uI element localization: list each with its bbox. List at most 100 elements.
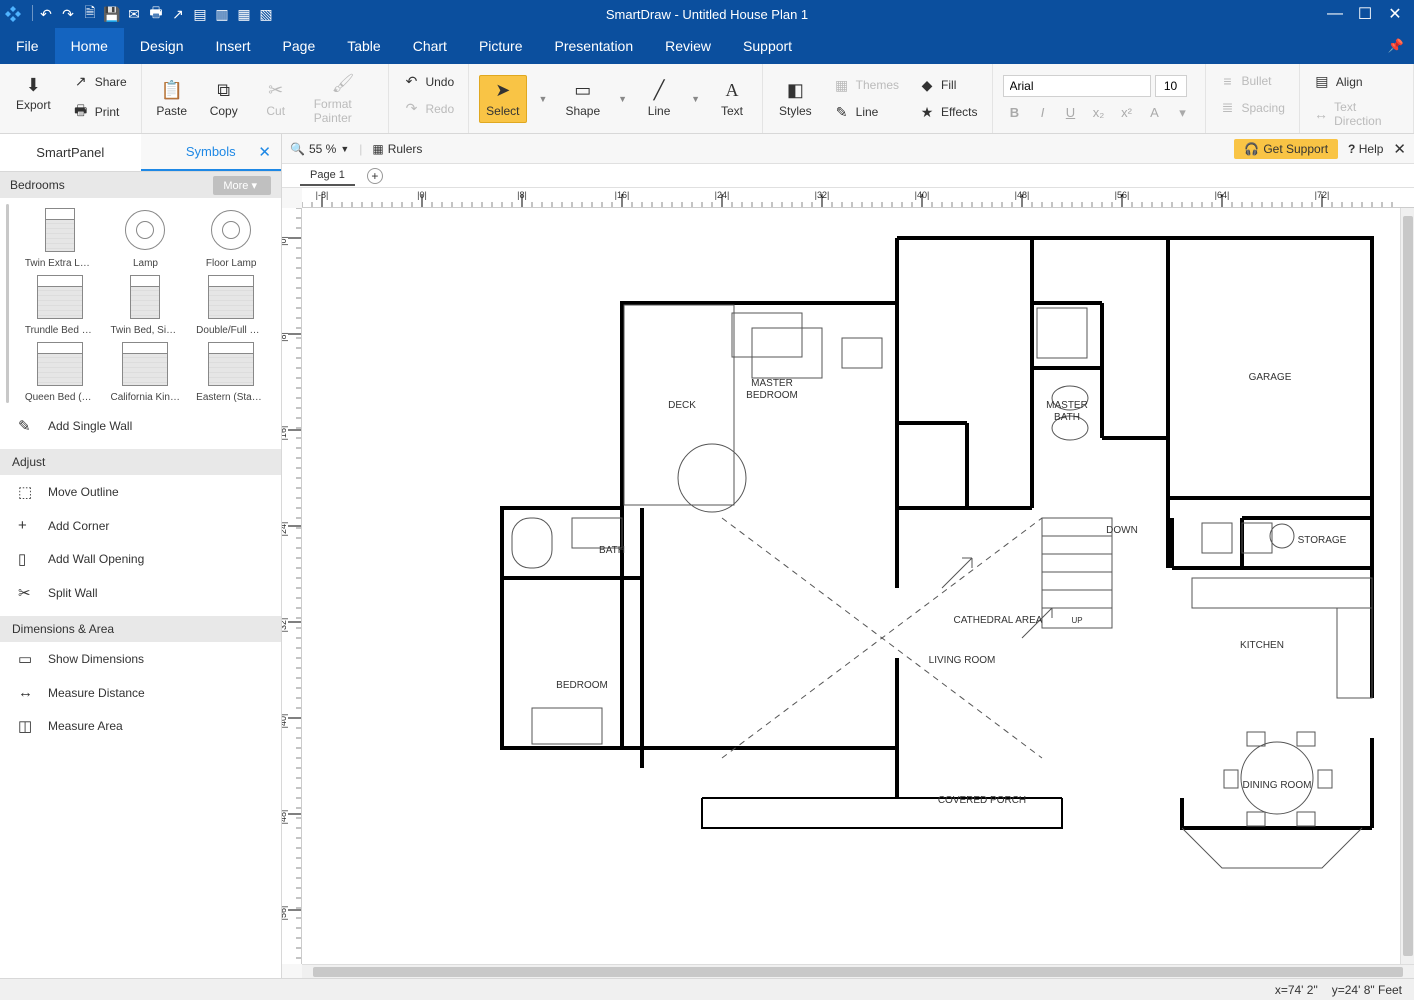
italic-button[interactable]: I bbox=[1031, 103, 1055, 123]
horizontal-ruler: |-8||0||8||16||24||32||40||48||56||64||7… bbox=[302, 188, 1414, 208]
dimensions-item[interactable]: ▭Show Dimensions bbox=[0, 642, 281, 676]
shape-dropdown[interactable]: ▼ bbox=[618, 94, 627, 104]
adjust-item[interactable]: ▯Add Wall Opening bbox=[0, 542, 281, 576]
tab-smartpanel[interactable]: SmartPanel bbox=[0, 134, 141, 171]
label-porch: COVERED PORCH bbox=[938, 795, 1026, 806]
add-single-wall-button[interactable]: ✎ Add Single Wall bbox=[0, 409, 281, 443]
menu-page[interactable]: Page bbox=[267, 28, 332, 64]
close-canvas-icon[interactable]: ✕ bbox=[1393, 140, 1406, 158]
symbol-item[interactable]: California King... bbox=[104, 338, 188, 403]
select-tool-button[interactable]: ➤Select bbox=[479, 75, 526, 123]
menu-file[interactable]: File bbox=[0, 28, 55, 64]
adjust-item[interactable]: ⬚Move Outline bbox=[0, 475, 281, 509]
get-support-button[interactable]: 🎧 Get Support bbox=[1234, 139, 1338, 159]
menu-design[interactable]: Design bbox=[124, 28, 200, 64]
maximize-button[interactable]: ☐ bbox=[1354, 4, 1376, 24]
tab-symbols[interactable]: Symbols ✕ bbox=[141, 134, 282, 171]
menu-support[interactable]: Support bbox=[727, 28, 808, 64]
mail-icon[interactable]: ✉ bbox=[125, 5, 143, 23]
svg-text:|64|: |64| bbox=[1215, 190, 1230, 200]
shape-tool-button[interactable]: ▭Shape bbox=[559, 76, 606, 122]
underline-button[interactable]: U bbox=[1059, 103, 1083, 123]
adjust-item[interactable]: ✂Split Wall bbox=[0, 576, 281, 610]
menu-picture[interactable]: Picture bbox=[463, 28, 539, 64]
page-icon[interactable]: ▤ bbox=[191, 5, 209, 23]
align-icon: ▤ bbox=[1314, 73, 1330, 90]
effects-button[interactable]: ★Effects bbox=[915, 101, 981, 124]
pin-ribbon-icon[interactable]: 📌 bbox=[1388, 28, 1404, 64]
svg-text:|8|: |8| bbox=[282, 332, 288, 342]
symbol-item[interactable]: Lamp bbox=[104, 204, 188, 269]
horizontal-scrollbar[interactable] bbox=[302, 964, 1414, 978]
star-icon: ★ bbox=[919, 104, 935, 121]
font-size-input[interactable] bbox=[1155, 75, 1187, 97]
styles-button[interactable]: ◧Styles bbox=[773, 76, 818, 122]
status-y: y=24' 8" Feet bbox=[1332, 983, 1402, 997]
font-color-button[interactable]: A bbox=[1143, 103, 1167, 123]
symbol-item[interactable]: Twin Bed, Singl... bbox=[104, 271, 188, 336]
menu-insert[interactable]: Insert bbox=[200, 28, 267, 64]
redo-button[interactable]: ↷Redo bbox=[399, 97, 458, 120]
undo-icon[interactable]: ↶ bbox=[37, 5, 55, 23]
page-tab-1[interactable]: Page 1 bbox=[300, 166, 355, 186]
rulers-toggle[interactable]: ▦ Rulers bbox=[372, 142, 422, 156]
bold-button[interactable]: B bbox=[1003, 103, 1027, 123]
add-page-button[interactable]: + bbox=[367, 168, 383, 184]
line-style-button[interactable]: ✎Line bbox=[830, 101, 903, 124]
close-panel-icon[interactable]: ✕ bbox=[258, 143, 271, 161]
menu-review[interactable]: Review bbox=[649, 28, 727, 64]
menu-home[interactable]: Home bbox=[55, 28, 124, 64]
bullet-button[interactable]: ≡Bullet bbox=[1216, 70, 1289, 92]
paste-button[interactable]: 📋Paste bbox=[152, 76, 192, 122]
dimensions-item[interactable]: ↔Measure Distance bbox=[0, 676, 281, 709]
vertical-scrollbar[interactable] bbox=[1400, 208, 1414, 964]
line-dropdown[interactable]: ▼ bbox=[691, 94, 700, 104]
symbol-item[interactable]: Eastern (Stand... bbox=[189, 338, 273, 403]
superscript-button[interactable]: x² bbox=[1115, 103, 1139, 123]
export-button[interactable]: ⬇ Export bbox=[10, 70, 57, 127]
cut-button[interactable]: ✂Cut bbox=[256, 76, 296, 122]
save-icon[interactable]: 💾 bbox=[103, 5, 121, 23]
print-icon[interactable]: 🖶 bbox=[147, 5, 165, 23]
format-painter-button[interactable]: 🖌Format Painter bbox=[308, 69, 379, 129]
menu-table[interactable]: Table bbox=[331, 28, 396, 64]
text-tool-button[interactable]: AText bbox=[712, 76, 752, 122]
help-button[interactable]: ? Help bbox=[1348, 142, 1383, 156]
menu-presentation[interactable]: Presentation bbox=[539, 28, 650, 64]
text-direction-button[interactable]: ↔Text Direction bbox=[1310, 97, 1403, 131]
status-x: x=74' 2" bbox=[1275, 983, 1318, 997]
themes-button[interactable]: ▦Themes bbox=[830, 74, 903, 97]
copy-button[interactable]: ⧉Copy bbox=[204, 76, 244, 122]
export-icon[interactable]: ↗ bbox=[169, 5, 187, 23]
redo-icon[interactable]: ↷ bbox=[59, 5, 77, 23]
subscript-button[interactable]: x₂ bbox=[1087, 103, 1111, 123]
more-button[interactable]: More ▾ bbox=[213, 176, 271, 195]
new-doc-icon[interactable]: 🗎 bbox=[81, 5, 99, 23]
select-dropdown[interactable]: ▼ bbox=[539, 94, 548, 104]
share-button[interactable]: ↗Share bbox=[69, 70, 131, 93]
page4-icon[interactable]: ▧ bbox=[257, 5, 275, 23]
zoom-control[interactable]: 🔍 55 % ▼ bbox=[290, 142, 349, 156]
menu-chart[interactable]: Chart bbox=[397, 28, 463, 64]
symbol-item[interactable]: Double/Full Be... bbox=[189, 271, 273, 336]
adjust-item[interactable]: +Add Corner bbox=[0, 509, 281, 542]
highlight-button[interactable]: ▾ bbox=[1171, 103, 1195, 123]
minimize-button[interactable]: — bbox=[1324, 4, 1346, 24]
symbol-item[interactable]: Trundle Bed (D... bbox=[18, 271, 102, 336]
action-label: Measure Area bbox=[48, 719, 123, 733]
dimensions-item[interactable]: ◫Measure Area bbox=[0, 709, 281, 743]
symbol-item[interactable]: Floor Lamp bbox=[189, 204, 273, 269]
undo-button[interactable]: ↶Undo bbox=[399, 70, 458, 93]
spacing-button[interactable]: ≣Spacing bbox=[1216, 96, 1289, 119]
page2-icon[interactable]: ▥ bbox=[213, 5, 231, 23]
font-family-input[interactable] bbox=[1003, 75, 1151, 97]
align-button[interactable]: ▤Align bbox=[1310, 70, 1403, 93]
fill-button[interactable]: ◆Fill bbox=[915, 74, 981, 97]
symbol-item[interactable]: Queen Bed (60... bbox=[18, 338, 102, 403]
symbol-item[interactable]: Twin Extra Lon... bbox=[18, 204, 102, 269]
floorplan-canvas[interactable]: DECK MASTERBEDROOM MASTERBATH GARAGE BAT… bbox=[302, 208, 1414, 964]
page3-icon[interactable]: ▦ bbox=[235, 5, 253, 23]
line-tool-button[interactable]: ╱Line bbox=[639, 76, 679, 122]
print-button[interactable]: 🖶Print bbox=[69, 97, 131, 127]
close-button[interactable]: ✕ bbox=[1384, 4, 1406, 24]
